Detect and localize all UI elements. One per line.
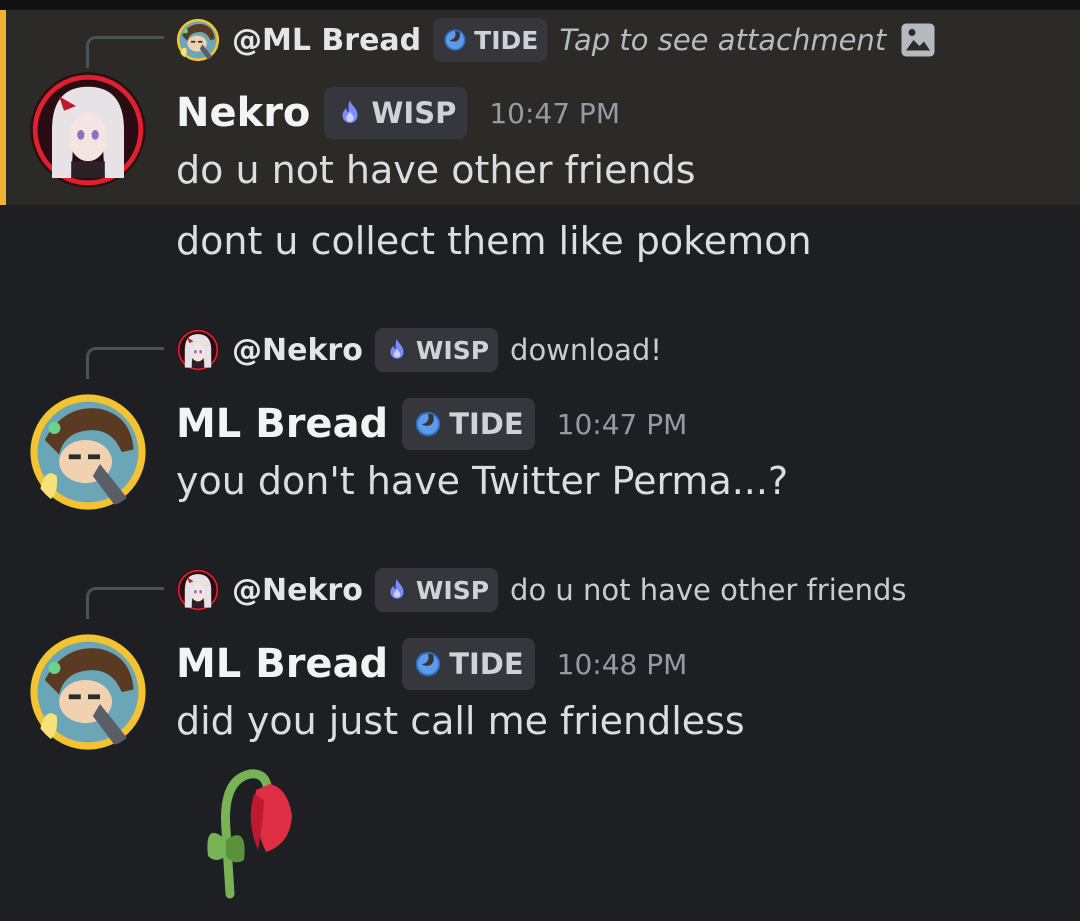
reply-preview[interactable]: @Nekro WISP download! (176, 327, 662, 373)
guild-tag[interactable]: TIDE (402, 638, 535, 690)
reply-connector (86, 347, 164, 379)
mention-highlight-bar (0, 10, 6, 205)
wisp-icon (384, 577, 410, 603)
wilted-flower-emoji[interactable] (192, 760, 302, 900)
avatar[interactable] (28, 392, 148, 512)
reply-text[interactable]: Tap to see attachment (559, 23, 886, 57)
username[interactable]: ML Bread (176, 401, 388, 447)
reply-text[interactable]: do u not have other friends (510, 573, 906, 607)
guild-tag-label: WISP (415, 335, 490, 365)
guild-tag[interactable]: TIDE (402, 398, 535, 450)
message-header: Nekro WISP 10:47 PM (176, 83, 620, 143)
reply-connector (86, 36, 164, 68)
timestamp: 10:47 PM (489, 96, 620, 130)
message-text: do u not have other friends (176, 148, 696, 192)
reply-username[interactable]: @Nekro (232, 333, 363, 368)
guild-tag-label: TIDE (474, 25, 539, 55)
message-text: you don't have Twitter Perma...? (176, 459, 789, 503)
guild-tag-label: TIDE (449, 647, 524, 681)
wisp-icon (384, 337, 410, 363)
timestamp: 10:48 PM (556, 647, 688, 681)
reply-avatar[interactable] (176, 568, 220, 612)
reply-avatar[interactable] (176, 328, 220, 372)
tide-icon (442, 27, 468, 53)
avatar[interactable] (28, 632, 148, 752)
guild-tag[interactable]: WISP (374, 568, 499, 612)
message-text: did you just call me friendless (176, 699, 745, 743)
reply-preview[interactable]: @ML Bread TIDE Tap to see attachment (176, 17, 936, 63)
tide-icon (413, 649, 443, 679)
guild-tag[interactable]: TIDE (433, 18, 548, 62)
guild-tag-label: WISP (415, 575, 490, 605)
guild-tag[interactable]: WISP (374, 328, 499, 372)
guild-tag-label: WISP (371, 96, 457, 130)
guild-tag-label: TIDE (449, 407, 524, 441)
image-icon (901, 23, 935, 57)
tide-icon (413, 409, 443, 439)
guild-tag[interactable]: WISP (324, 87, 468, 139)
top-strip (0, 0, 1080, 10)
reply-connector (86, 587, 164, 619)
reply-preview[interactable]: @Nekro WISP do u not have other friends (176, 567, 907, 613)
message-text: dont u collect them like pokemon (176, 219, 812, 263)
reply-avatar[interactable] (176, 18, 220, 62)
timestamp: 10:47 PM (556, 407, 688, 441)
avatar[interactable] (28, 70, 148, 190)
username[interactable]: Nekro (176, 90, 310, 136)
username[interactable]: ML Bread (176, 641, 388, 687)
reply-username[interactable]: @ML Bread (232, 23, 421, 58)
reply-username[interactable]: @Nekro (232, 573, 363, 608)
message-header: ML Bread TIDE 10:48 PM (176, 634, 687, 694)
wisp-icon (335, 98, 365, 128)
message-header: ML Bread TIDE 10:47 PM (176, 394, 687, 454)
reply-text[interactable]: download! (510, 333, 662, 367)
